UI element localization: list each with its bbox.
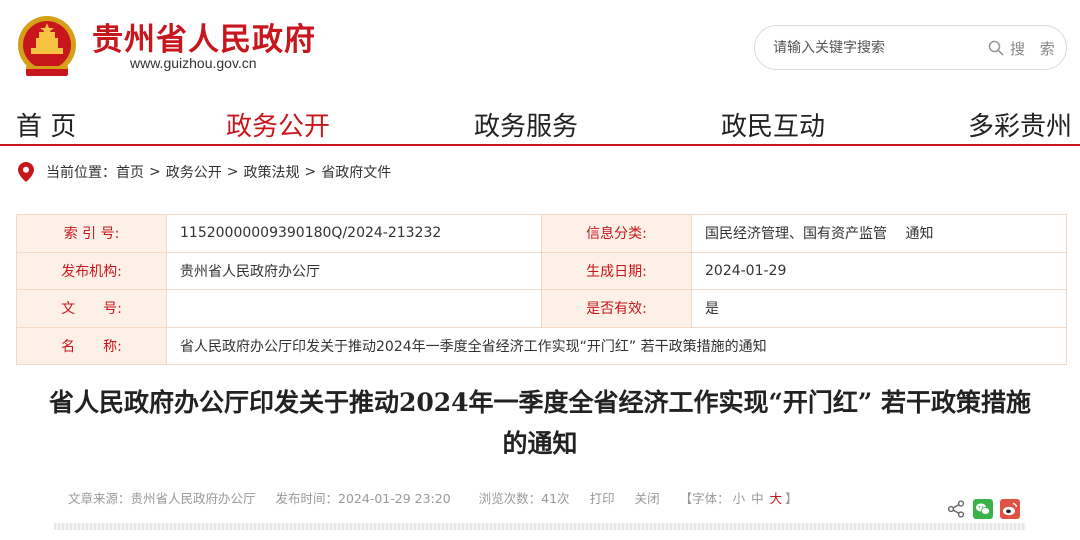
- publisher-label: 发布机构:: [16, 251, 167, 290]
- name-value: 省人民政府办公厅印发关于推动2024年一季度全省经济工作实现“开门红” 若干政策…: [166, 326, 1067, 365]
- font-size-small[interactable]: 小: [733, 488, 746, 507]
- font-size-prefix: 【字体：: [679, 491, 730, 506]
- breadcrumb-policies[interactable]: 政策法规: [243, 162, 299, 182]
- location-pin-icon: [18, 162, 34, 182]
- breadcrumb-gov-affairs-open[interactable]: 政务公开: [166, 162, 222, 182]
- document-meta-table: 索 引 号: 11520000009390180Q/2024-213232 信息…: [16, 214, 1067, 365]
- docno-label: 文 号:: [16, 289, 167, 328]
- publisher-value: 贵州省人民政府办公厅: [166, 251, 542, 290]
- font-size-large[interactable]: 大: [770, 488, 783, 507]
- breadcrumb-prefix: 当前位置：: [46, 165, 116, 181]
- article-source: 文章来源：贵州省人民政府办公厅: [68, 491, 256, 506]
- valid-label: 是否有效:: [541, 289, 692, 328]
- search-icon: [988, 40, 1004, 56]
- breadcrumb-separator: >: [304, 164, 317, 180]
- index-label: 索 引 号:: [16, 214, 167, 253]
- breadcrumb: 当前位置： 首页 > 政务公开 > 政策法规 > 省政府文件: [18, 160, 391, 184]
- nav-item-colorful-guizhou[interactable]: 多彩贵州: [968, 106, 1072, 143]
- nav-item-gov-affairs-open[interactable]: 政务公开: [226, 106, 330, 143]
- weibo-icon[interactable]: [1000, 499, 1020, 519]
- site-title[interactable]: 贵州省人民政府: [92, 14, 316, 59]
- content-divider: [54, 523, 1026, 530]
- breadcrumb-home[interactable]: 首页: [116, 162, 144, 182]
- search-input[interactable]: [773, 38, 973, 58]
- share-bar: [946, 499, 1020, 519]
- breadcrumb-separator: >: [149, 164, 161, 180]
- search-button[interactable]: 搜 索: [988, 37, 1060, 59]
- breadcrumb-provincial-docs[interactable]: 省政府文件: [321, 162, 391, 182]
- national-emblem-icon[interactable]: [14, 14, 80, 80]
- category-value: 国民经济管理、国有资产监管 通知: [691, 214, 1067, 253]
- date-value: 2024-01-29: [691, 251, 1067, 290]
- main-nav: 首 页 政务公开 政务服务 政民互动 多彩贵州: [0, 98, 1080, 146]
- nav-item-gov-services[interactable]: 政务服务: [474, 106, 578, 143]
- meta-row: 发布机构: 贵州省人民政府办公厅 生成日期: 2024-01-29: [16, 251, 1067, 290]
- nav-item-interaction[interactable]: 政民互动: [721, 106, 825, 143]
- close-link[interactable]: 关闭: [635, 488, 660, 507]
- print-link[interactable]: 打印: [590, 488, 615, 507]
- article-publish-time: 发布时间：2024-01-29 23:20: [275, 491, 451, 506]
- nav-item-home[interactable]: 首 页: [16, 106, 76, 143]
- category-label: 信息分类:: [541, 214, 692, 253]
- meta-row: 文 号: 是否有效: 是: [16, 289, 1067, 328]
- share-icon[interactable]: [946, 499, 966, 519]
- name-label: 名 称:: [16, 326, 167, 365]
- wechat-icon[interactable]: [973, 499, 993, 519]
- index-value: 11520000009390180Q/2024-213232: [166, 214, 542, 253]
- site-header: 贵州省人民政府 www.guizhou.gov.cn 搜 索: [0, 0, 1080, 95]
- meta-row: 名 称: 省人民政府办公厅印发关于推动2024年一季度全省经济工作实现“开门红”…: [16, 326, 1067, 365]
- article-title: 省人民政府办公厅印发关于推动2024年一季度全省经济工作实现“开门红” 若干政策…: [48, 388, 1032, 458]
- docno-value: [166, 289, 542, 328]
- date-label: 生成日期:: [541, 251, 692, 290]
- article-views: 浏览次数：41次: [478, 491, 570, 506]
- meta-row: 索 引 号: 11520000009390180Q/2024-213232 信息…: [16, 214, 1067, 253]
- valid-value: 是: [691, 289, 1067, 328]
- font-size-suffix: 】: [785, 491, 798, 506]
- search-button-label: 搜 索: [1010, 39, 1060, 58]
- site-url: www.guizhou.gov.cn: [130, 55, 257, 71]
- font-size-medium[interactable]: 中: [751, 488, 764, 507]
- breadcrumb-separator: >: [226, 164, 239, 180]
- article-info-row: 文章来源：贵州省人民政府办公厅 发布时间：2024-01-29 23:20 浏览…: [68, 488, 798, 507]
